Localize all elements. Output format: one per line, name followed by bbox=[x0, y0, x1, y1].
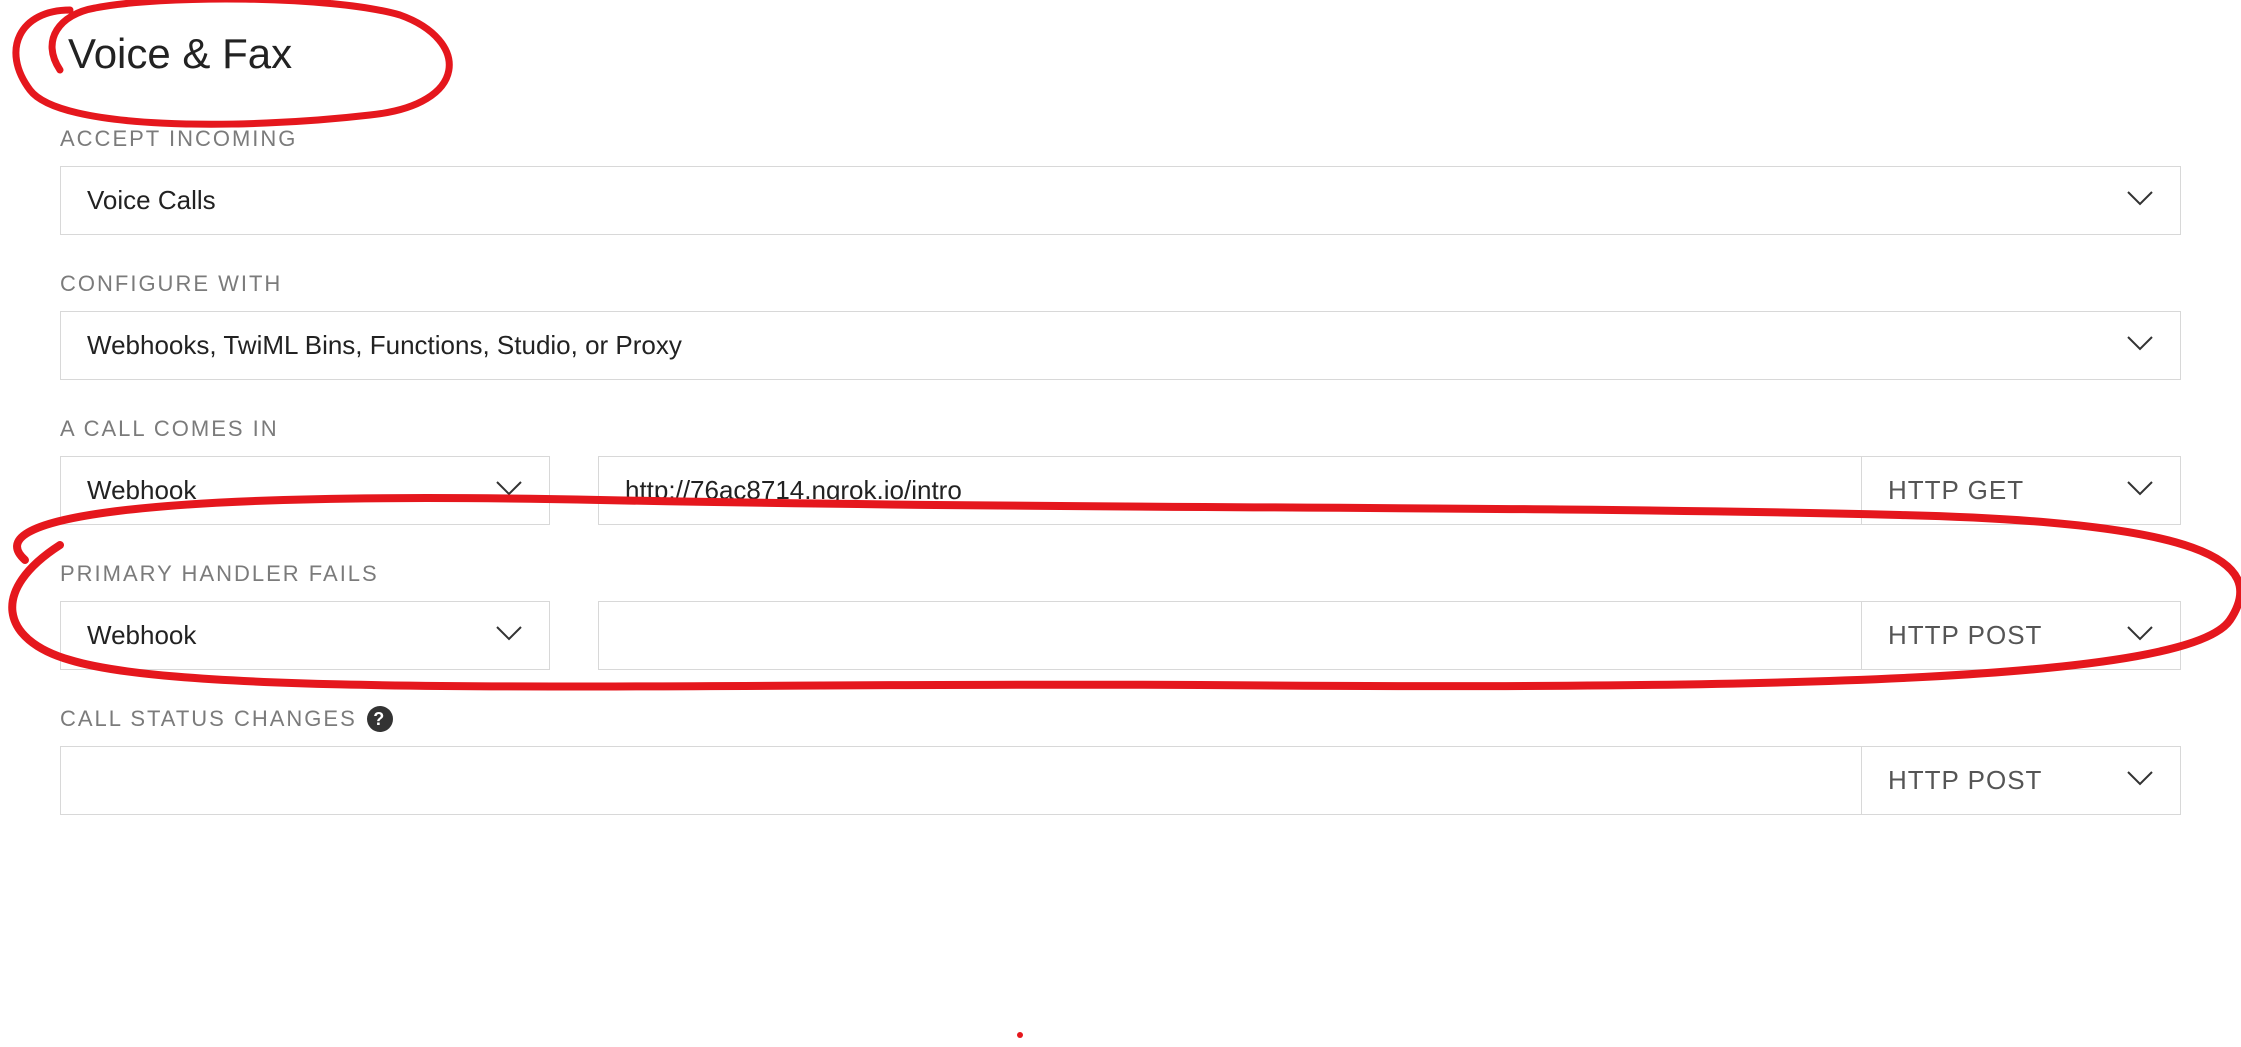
primary-handler-fails-label: PRIMARY HANDLER FAILS bbox=[60, 561, 2181, 587]
configure-with-select[interactable]: Webhooks, TwiML Bins, Functions, Studio,… bbox=[60, 311, 2181, 380]
chevron-down-icon bbox=[2126, 334, 2154, 357]
primary-handler-fails-method-value: HTTP POST bbox=[1888, 620, 2042, 651]
chevron-down-icon bbox=[2126, 189, 2154, 212]
primary-handler-fails-method-select[interactable]: HTTP POST bbox=[1861, 601, 2181, 670]
accept-incoming-label: ACCEPT INCOMING bbox=[60, 126, 2181, 152]
call-comes-in-method-select[interactable]: HTTP GET bbox=[1861, 456, 2181, 525]
configure-with-value: Webhooks, TwiML Bins, Functions, Studio,… bbox=[87, 330, 682, 361]
accept-incoming-field: ACCEPT INCOMING Voice Calls bbox=[60, 126, 2181, 235]
chevron-down-icon bbox=[495, 479, 523, 502]
chevron-down-icon bbox=[2126, 769, 2154, 792]
call-comes-in-handler-value: Webhook bbox=[87, 475, 196, 506]
configure-with-field: CONFIGURE WITH Webhooks, TwiML Bins, Fun… bbox=[60, 271, 2181, 380]
call-status-changes-method-value: HTTP POST bbox=[1888, 765, 2042, 796]
section-title: Voice & Fax bbox=[60, 30, 300, 78]
accept-incoming-value: Voice Calls bbox=[87, 185, 216, 216]
accept-incoming-select[interactable]: Voice Calls bbox=[60, 166, 2181, 235]
call-status-changes-method-select[interactable]: HTTP POST bbox=[1861, 746, 2181, 815]
chevron-down-icon bbox=[2126, 624, 2154, 647]
chevron-down-icon bbox=[495, 624, 523, 647]
call-comes-in-method-value: HTTP GET bbox=[1888, 475, 2024, 506]
call-status-changes-url-input[interactable] bbox=[60, 746, 1861, 815]
chevron-down-icon bbox=[2126, 479, 2154, 502]
call-comes-in-field: A CALL COMES IN Webhook HTTP GET bbox=[60, 416, 2181, 525]
call-status-changes-label-row: CALL STATUS CHANGES ? bbox=[60, 706, 2181, 732]
help-icon[interactable]: ? bbox=[367, 706, 393, 732]
configure-with-label: CONFIGURE WITH bbox=[60, 271, 2181, 297]
primary-handler-fails-handler-select[interactable]: Webhook bbox=[60, 601, 550, 670]
call-comes-in-handler-select[interactable]: Webhook bbox=[60, 456, 550, 525]
primary-handler-fails-url-input[interactable] bbox=[598, 601, 1861, 670]
primary-handler-fails-handler-value: Webhook bbox=[87, 620, 196, 651]
call-comes-in-url-input[interactable] bbox=[598, 456, 1861, 525]
call-status-changes-label: CALL STATUS CHANGES bbox=[60, 706, 357, 732]
call-status-changes-field: CALL STATUS CHANGES ? HTTP POST bbox=[60, 706, 2181, 815]
call-comes-in-label: A CALL COMES IN bbox=[60, 416, 2181, 442]
primary-handler-fails-field: PRIMARY HANDLER FAILS Webhook HTTP POST bbox=[60, 561, 2181, 670]
